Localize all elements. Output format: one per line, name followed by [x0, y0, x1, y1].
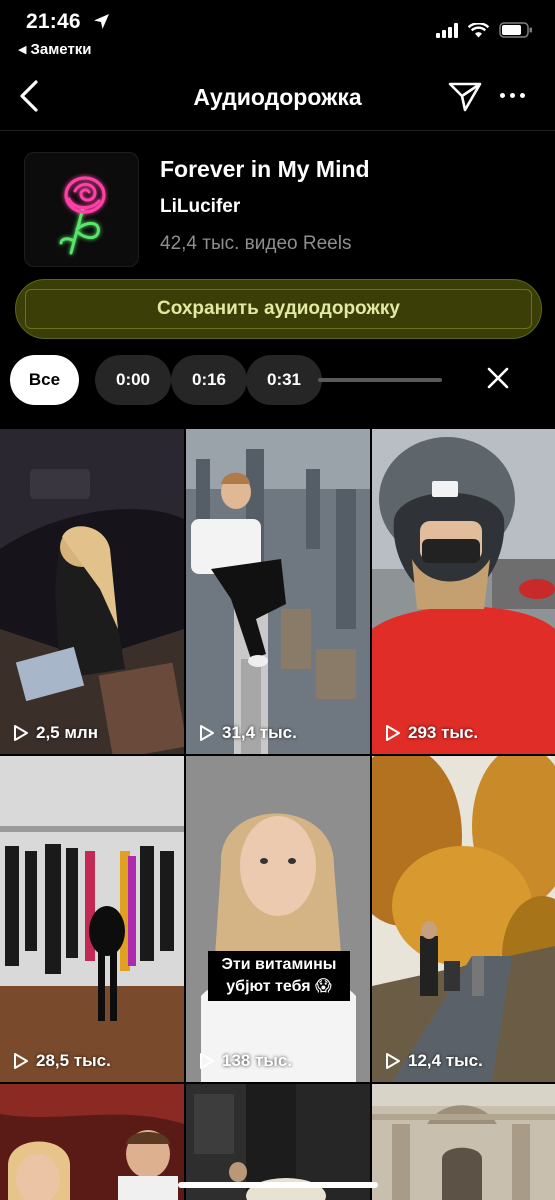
play-icon — [14, 725, 28, 741]
back-app-label: Заметки — [30, 41, 92, 58]
neon-rose-icon — [59, 176, 106, 255]
views-count: 2,5 млн — [36, 723, 98, 742]
reel-tile-1[interactable]: 2,5 млн — [0, 429, 184, 754]
play-icon — [14, 1053, 28, 1069]
track-artist[interactable]: LiLucifer — [160, 196, 240, 218]
views-counter: 293 тыс. — [385, 723, 478, 743]
filter-all-chip[interactable]: Все — [10, 355, 79, 405]
track-cover[interactable] — [24, 152, 139, 267]
reel-tile-3[interactable]: 293 тыс. — [372, 429, 555, 754]
wifi-icon — [468, 22, 489, 37]
views-count: 28,5 тыс. — [36, 1051, 111, 1070]
reel-tile-6[interactable]: 12,4 тыс. — [372, 756, 555, 1082]
play-icon — [386, 725, 400, 741]
views-counter: 31,4 тыс. — [199, 723, 297, 743]
back-to-app[interactable]: ◀ Заметки — [18, 41, 92, 58]
reel-thumbnail — [372, 429, 555, 754]
back-triangle-icon: ◀ — [18, 44, 27, 56]
reel-thumbnail — [0, 429, 184, 754]
reel-thumbnail — [186, 756, 370, 1082]
reel-tile-5[interactable]: Эти витамины убјют тебя 😱 138 тыс. — [186, 756, 370, 1082]
share-direct-icon[interactable] — [447, 80, 483, 114]
status-time: 21:46 — [26, 10, 81, 33]
status-indicators — [436, 22, 533, 38]
time-chip-0[interactable]: 0:00 — [95, 355, 171, 405]
reel-thumbnail — [0, 1084, 184, 1200]
audio-timeline-scrubber[interactable] — [318, 378, 442, 382]
caption-line-2: убјют тебя 😱 — [226, 978, 332, 995]
reel-tile-7[interactable] — [0, 1084, 184, 1200]
caption-line-1: Эти витамины — [221, 956, 337, 973]
location-arrow-icon — [94, 14, 109, 29]
play-icon — [200, 725, 214, 741]
reel-thumbnail — [186, 429, 370, 754]
save-audio-label: Сохранить аудиодорожку — [157, 298, 400, 319]
reel-thumbnail — [372, 756, 555, 1082]
views-counter: 28,5 тыс. — [13, 1051, 111, 1071]
reel-tile-4[interactable]: 28,5 тыс. — [0, 756, 184, 1082]
views-count: 138 тыс. — [222, 1051, 293, 1070]
views-count: 12,4 тыс. — [408, 1051, 483, 1070]
reel-tile-2[interactable]: 31,4 тыс. — [186, 429, 370, 754]
reel-caption: Эти витамины убјют тебя 😱 — [208, 951, 350, 1001]
views-counter: 2,5 млн — [13, 723, 98, 743]
time-chip-2[interactable]: 0:31 — [246, 355, 322, 405]
home-indicator[interactable] — [178, 1182, 378, 1188]
reel-thumbnail — [0, 756, 184, 1082]
play-icon — [386, 1053, 400, 1069]
reels-count: 42,4 тыс. видео Reels — [160, 233, 352, 254]
battery-icon — [499, 22, 532, 38]
reel-thumbnail — [372, 1084, 555, 1200]
views-counter: 12,4 тыс. — [385, 1051, 483, 1071]
reel-tile-9[interactable] — [372, 1084, 555, 1200]
time-chip-1[interactable]: 0:16 — [171, 355, 247, 405]
cellular-signal-icon — [436, 22, 458, 38]
views-count: 293 тыс. — [408, 723, 479, 742]
header-divider — [0, 130, 555, 131]
views-count: 31,4 тыс. — [222, 723, 297, 742]
save-audio-button[interactable]: Сохранить аудиодорожку — [15, 279, 542, 339]
track-title: Forever in My Mind — [160, 156, 370, 182]
views-counter: 138 тыс. — [199, 1051, 292, 1071]
close-icon[interactable] — [485, 365, 511, 391]
more-options-icon[interactable] — [500, 93, 525, 98]
play-icon — [200, 1053, 214, 1069]
